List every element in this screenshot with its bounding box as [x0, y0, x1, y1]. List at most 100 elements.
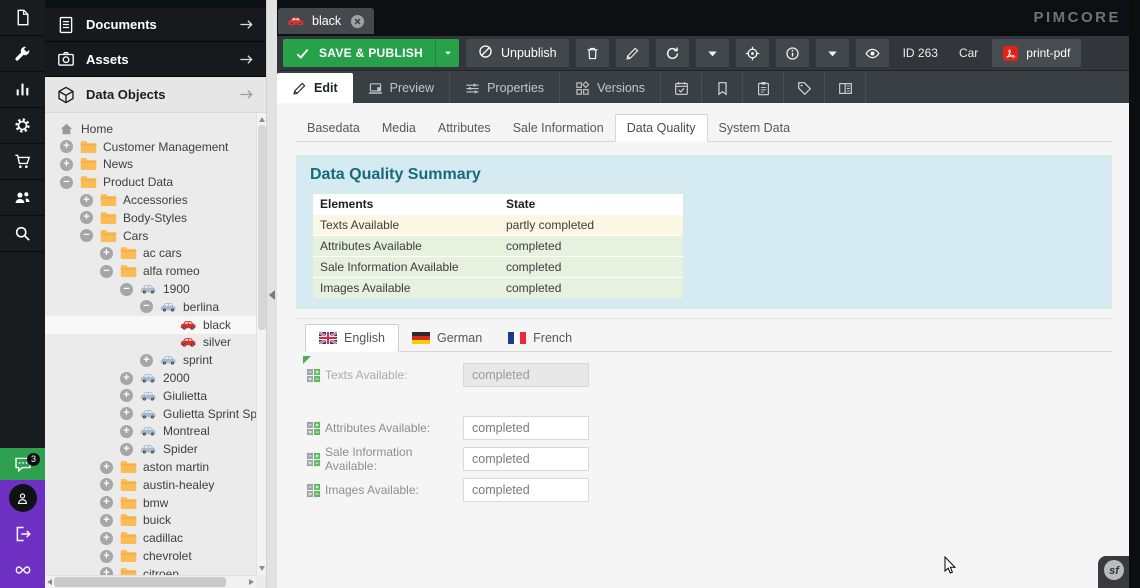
rail-tools-icon[interactable] — [0, 36, 45, 72]
close-tab-icon[interactable] — [350, 14, 365, 29]
delete-button[interactable] — [576, 39, 609, 67]
tree-expander-icon[interactable]: − — [60, 176, 73, 189]
info-options-button[interactable] — [816, 39, 849, 67]
tree-expander-icon[interactable]: + — [120, 372, 133, 385]
rail-customers-icon[interactable] — [0, 180, 45, 216]
tree-expander-icon[interactable]: + — [120, 389, 133, 402]
sidebar-panel-assets[interactable]: Assets — [45, 42, 266, 77]
rail-settings-icon[interactable] — [0, 108, 45, 144]
tree-item[interactable]: − berlina — [45, 298, 256, 316]
tree-item[interactable]: − Cars — [45, 227, 256, 245]
tree-expander-icon[interactable]: + — [100, 247, 113, 260]
tree-item[interactable]: + Accessories — [45, 191, 256, 209]
info-button[interactable] — [776, 39, 809, 67]
tab-preview[interactable]: Preview — [353, 73, 450, 103]
tree-expander-icon[interactable]: + — [100, 478, 113, 491]
tree-expander-icon[interactable]: + — [60, 140, 73, 153]
tree-expander-icon[interactable]: − — [100, 265, 113, 278]
reload-button[interactable] — [656, 39, 689, 67]
tree-expander-icon[interactable]: + — [80, 211, 93, 224]
field-input[interactable] — [463, 363, 589, 387]
rail-pimcore-platform-icon[interactable] — [0, 552, 45, 588]
tree-item[interactable]: + Montreal — [45, 423, 256, 441]
rail-reports-icon[interactable] — [0, 72, 45, 108]
tree-expander-icon[interactable]: − — [120, 283, 133, 296]
tree-expander-icon[interactable]: + — [80, 194, 93, 207]
tree-item[interactable]: + aston martin — [45, 458, 256, 476]
scroll-right-arrow-icon[interactable] — [249, 579, 254, 585]
tree-item[interactable]: − 1900 — [45, 280, 256, 298]
tree-expander-icon[interactable]: + — [120, 443, 133, 456]
subtab-attributes[interactable]: Attributes — [427, 115, 502, 141]
symfony-profiler-button[interactable]: sf — [1098, 556, 1129, 588]
tree-expander-icon[interactable]: + — [100, 550, 113, 563]
tree-expander-icon[interactable]: + — [120, 425, 133, 438]
tree-expander-icon[interactable]: + — [100, 461, 113, 474]
tree-item[interactable]: + News — [45, 156, 256, 174]
rail-documents-icon[interactable] — [0, 0, 45, 36]
tree-item[interactable]: + Giulietta — [45, 387, 256, 405]
sidebar-panel-documents[interactable]: Documents — [45, 8, 266, 42]
tree-item[interactable]: + Spider — [45, 440, 256, 458]
collapse-sidebar-icon[interactable] — [269, 290, 275, 300]
sidebar-panel-data-objects[interactable]: Data Objects — [45, 77, 266, 113]
tree-expander-icon[interactable]: + — [60, 158, 73, 171]
field-input[interactable] — [463, 416, 589, 440]
tree-expander-icon[interactable]: + — [100, 514, 113, 527]
tab-properties[interactable]: Properties — [450, 73, 560, 103]
reload-options-button[interactable] — [696, 39, 729, 67]
tree-expander-icon[interactable]: + — [100, 567, 113, 575]
tab-edit[interactable]: Edit — [277, 73, 353, 103]
subtab-basedata[interactable]: Basedata — [296, 115, 371, 141]
scrollbar-thumb[interactable] — [54, 577, 226, 587]
tree-item[interactable]: + Gulietta Sprint Speciale — [45, 405, 256, 423]
langtab-english[interactable]: English — [305, 324, 399, 352]
tab-notes-icon[interactable] — [702, 73, 743, 103]
tree-item[interactable]: + bmw — [45, 494, 256, 512]
rail-search-icon[interactable] — [0, 216, 45, 252]
tree-expander-icon[interactable]: + — [100, 496, 113, 509]
rail-user-icon[interactable] — [0, 480, 45, 516]
print-pdf-button[interactable]: print-pdf — [992, 39, 1081, 67]
tree-expander-icon[interactable]: + — [140, 354, 153, 367]
tree-item[interactable]: black — [45, 316, 256, 334]
rail-logout-icon[interactable] — [0, 516, 45, 552]
tree-expander-icon[interactable]: + — [100, 532, 113, 545]
tree-expander-icon[interactable]: − — [140, 300, 153, 313]
tree-item[interactable]: − alfa romeo — [45, 262, 256, 280]
subtab-system-data[interactable]: System Data — [708, 115, 802, 141]
tree-item[interactable]: − Product Data — [45, 173, 256, 191]
open-preview-button[interactable] — [856, 39, 889, 67]
sidebar-splitter[interactable] — [266, 0, 277, 588]
field-input[interactable] — [463, 447, 589, 471]
scroll-left-arrow-icon[interactable] — [47, 579, 52, 585]
save-options-caret-icon[interactable] — [435, 39, 459, 67]
tree-horizontal-scrollbar[interactable] — [45, 575, 256, 588]
tree-item[interactable]: + austin-healey — [45, 476, 256, 494]
tab-tags-icon[interactable] — [784, 73, 825, 103]
tree-vertical-scrollbar[interactable] — [256, 113, 266, 575]
langtab-german[interactable]: German — [399, 325, 495, 351]
subtab-media[interactable]: Media — [371, 115, 427, 141]
tree-item[interactable]: silver — [45, 334, 256, 352]
tree-item[interactable]: + Body-Styles — [45, 209, 256, 227]
save-and-publish-button[interactable]: SAVE & PUBLISH — [283, 39, 459, 67]
rail-ecommerce-icon[interactable] — [0, 144, 45, 180]
field-input[interactable] — [463, 478, 589, 502]
scrollbar-thumb[interactable] — [258, 125, 266, 330]
subtab-data-quality[interactable]: Data Quality — [615, 114, 708, 142]
tab-schedule-icon[interactable] — [661, 73, 702, 103]
rail-notifications-icon[interactable]: 3 — [0, 448, 45, 480]
tab-reports-icon[interactable] — [743, 73, 784, 103]
tree-item[interactable]: + ac cars — [45, 245, 256, 263]
tab-versions[interactable]: Versions — [560, 73, 661, 103]
tree-expander-icon[interactable]: − — [80, 229, 93, 242]
tree-item[interactable]: + cadillac — [45, 529, 256, 547]
tree-item[interactable]: + Customer Management — [45, 138, 256, 156]
tree-item[interactable]: + chevrolet — [45, 547, 256, 565]
scroll-down-arrow-icon[interactable] — [259, 566, 265, 571]
open-object-tab[interactable]: black — [278, 8, 374, 34]
tree-expander-icon[interactable]: + — [120, 407, 133, 420]
locate-in-tree-button[interactable] — [736, 39, 769, 67]
tree-item[interactable]: Home — [45, 120, 256, 138]
